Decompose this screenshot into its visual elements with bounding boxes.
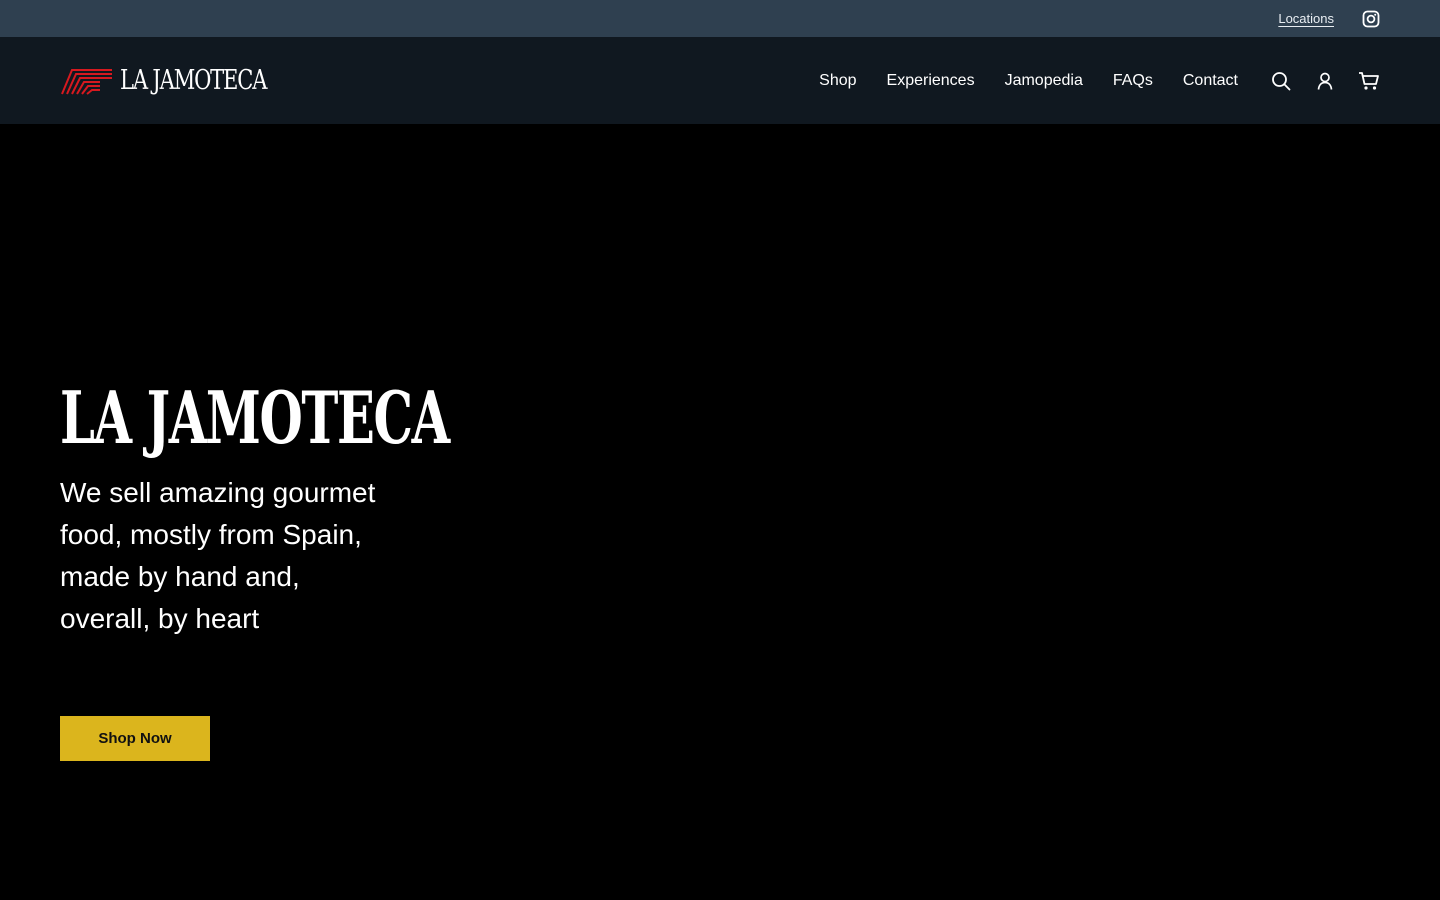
- hero-tagline: We sell amazing gourmet food, mostly fro…: [60, 477, 376, 634]
- jamoteca-logo-mark-icon: [61, 68, 112, 95]
- hero-section: LA JAMOTECA We sell amazing gourmet food…: [0, 124, 1440, 900]
- hero-title: LA JAMOTECA: [60, 375, 450, 460]
- account-icon[interactable]: [1314, 70, 1336, 92]
- nav-faqs[interactable]: FAQs: [1113, 72, 1153, 90]
- cart-icon[interactable]: [1358, 70, 1380, 92]
- nav-contact[interactable]: Contact: [1183, 72, 1238, 90]
- top-utility-bar: Locations: [0, 0, 1440, 37]
- nav-experiences[interactable]: Experiences: [887, 72, 975, 90]
- main-header: LA JAMOTECA Shop Experiences Jamopedia F…: [0, 37, 1440, 124]
- nav-jamopedia[interactable]: Jamopedia: [1005, 72, 1083, 90]
- header-icons: [1270, 70, 1380, 92]
- nav-shop[interactable]: Shop: [819, 72, 856, 90]
- main-nav: Shop Experiences Jamopedia FAQs Contact: [819, 72, 1238, 90]
- locations-link[interactable]: Locations: [1278, 11, 1334, 26]
- instagram-icon[interactable]: [1362, 10, 1380, 28]
- brand-logo-link[interactable]: LA JAMOTECA: [60, 65, 308, 96]
- brand-name: LA JAMOTECA: [120, 65, 267, 96]
- search-icon[interactable]: [1270, 70, 1292, 92]
- shop-now-button[interactable]: Shop Now: [60, 716, 210, 761]
